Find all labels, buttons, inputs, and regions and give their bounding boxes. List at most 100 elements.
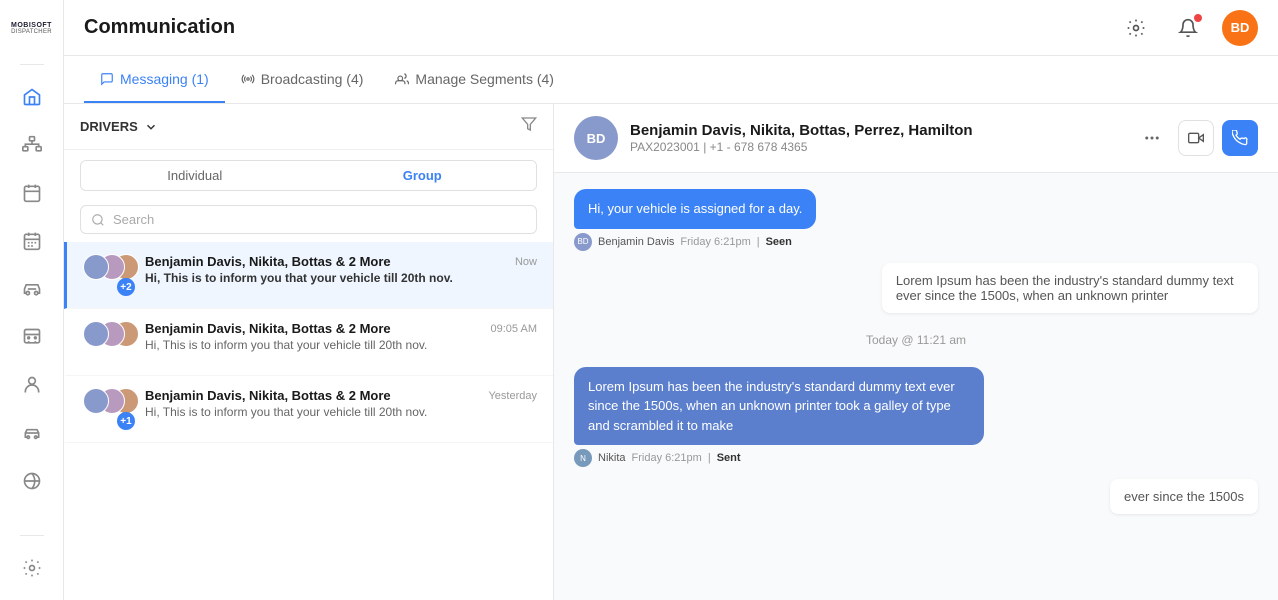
conv-name-3: Benjamin Davis, Nikita, Bottas & 2 More <box>145 388 391 403</box>
sidebar-item-schedule[interactable] <box>12 221 52 261</box>
conv-avatars-1: +2 <box>83 254 135 296</box>
sidebar-divider-bottom <box>20 535 44 536</box>
logo-subtext: DISPATCHER <box>11 29 52 35</box>
main-content: Communication BD Messaging (1) Broadca <box>64 0 1278 600</box>
view-toggle: Individual Group <box>80 160 537 191</box>
message-4-status: Sent <box>717 452 741 464</box>
tab-broadcasting-label: Broadcasting (4) <box>261 71 364 87</box>
left-panel: DRIVERS Individual Group <box>64 104 554 600</box>
filter-button[interactable] <box>521 116 537 137</box>
header-actions: BD <box>1118 10 1258 46</box>
drivers-label-text: DRIVERS <box>80 119 138 134</box>
page-title: Communication <box>84 16 235 39</box>
gear-icon <box>1126 18 1146 38</box>
conv-time-3: Yesterday <box>488 390 537 402</box>
settings2-icon <box>22 558 42 578</box>
home-icon <box>22 87 42 107</box>
content-area: DRIVERS Individual Group <box>64 104 1278 600</box>
message-4-meta: N Nikita Friday 6:21pm | Sent <box>574 449 984 467</box>
vehicle-icon <box>22 279 42 299</box>
car2-icon <box>22 423 42 443</box>
sidebar-item-globe[interactable] <box>12 461 52 501</box>
message-5: ever since the 1500s <box>1110 479 1258 514</box>
conversation-item-2[interactable]: Benjamin Davis, Nikita, Bottas & 2 More … <box>64 309 553 376</box>
message-4-avatar: N <box>574 449 592 467</box>
sidebar-item-org[interactable] <box>12 125 52 165</box>
schedule-icon <box>22 231 42 251</box>
message-4-bubble: Lorem Ipsum has been the industry's stan… <box>574 367 984 446</box>
chat-header-actions <box>1134 120 1258 156</box>
sidebar-item-calendar[interactable] <box>12 173 52 213</box>
search-input[interactable] <box>113 212 526 227</box>
user-avatar[interactable]: BD <box>1222 10 1258 46</box>
tabs-bar: Messaging (1) Broadcasting (4) Manage Se… <box>64 56 1278 104</box>
message-2: Lorem Ipsum has been the industry's stan… <box>882 263 1258 313</box>
sidebar: MOBISOFT DISPATCHER <box>0 0 64 600</box>
group-toggle[interactable]: Group <box>309 161 537 190</box>
notifications-button[interactable] <box>1170 10 1206 46</box>
messaging-tab-icon <box>100 72 114 86</box>
phone-call-button[interactable] <box>1222 120 1258 156</box>
sidebar-item-car2[interactable] <box>12 413 52 453</box>
video-icon <box>1188 130 1204 146</box>
conversation-item-1[interactable]: +2 Benjamin Davis, Nikita, Bottas & 2 Mo… <box>64 242 553 309</box>
message-4-sender: Nikita <box>598 452 626 464</box>
sidebar-item-settings[interactable] <box>12 548 52 588</box>
message-4: Lorem Ipsum has been the industry's stan… <box>574 367 984 468</box>
tab-broadcasting[interactable]: Broadcasting (4) <box>225 56 380 103</box>
conversation-item-3[interactable]: +1 Benjamin Davis, Nikita, Bottas & 2 Mo… <box>64 376 553 443</box>
conv-avatar-3a <box>83 388 109 414</box>
chat-header: BD Benjamin Davis, Nikita, Bottas, Perre… <box>554 104 1278 173</box>
message-1-meta: BD Benjamin Davis Friday 6:21pm | Seen <box>574 233 816 251</box>
sidebar-item-home[interactable] <box>12 77 52 117</box>
search-icon <box>91 213 105 227</box>
top-header: Communication BD <box>64 0 1278 56</box>
globe-icon <box>22 471 42 491</box>
app-logo: MOBISOFT DISPATCHER <box>10 12 54 44</box>
chat-header-sub: PAX2023001 | +1 - 678 678 4365 <box>630 140 1122 154</box>
chat-header-info: Benjamin Davis, Nikita, Bottas, Perrez, … <box>630 122 1122 154</box>
conversation-list: +2 Benjamin Davis, Nikita, Bottas & 2 Mo… <box>64 242 553 600</box>
sidebar-item-vehicle[interactable] <box>12 269 52 309</box>
message-1-time: Friday 6:21pm <box>680 236 750 248</box>
segments-tab-icon <box>395 72 409 86</box>
individual-toggle[interactable]: Individual <box>81 161 309 190</box>
chat-header-name: Benjamin Davis, Nikita, Bottas, Perrez, … <box>630 122 1122 139</box>
conv-time-1: Now <box>515 256 537 268</box>
conv-avatar-1a <box>83 254 109 280</box>
tab-manage-segments-label: Manage Segments (4) <box>415 71 554 87</box>
tab-messaging[interactable]: Messaging (1) <box>84 56 225 103</box>
conv-preview-2: Hi, This is to inform you that your vehi… <box>145 338 537 352</box>
message-1-bubble: Hi, your vehicle is assigned for a day. <box>574 189 816 229</box>
message-1-sender: Benjamin Davis <box>598 236 674 248</box>
date-divider: Today @ 11:21 am <box>574 333 1258 347</box>
notification-badge <box>1194 14 1202 22</box>
conv-name-1: Benjamin Davis, Nikita, Bottas & 2 More <box>145 254 391 269</box>
conv-avatars-2 <box>83 321 135 363</box>
calendar-icon <box>22 183 42 203</box>
conv-top-3: Benjamin Davis, Nikita, Bottas & 2 More … <box>145 388 537 403</box>
chat-header-avatar: BD <box>574 116 618 160</box>
message-4-time: Friday 6:21pm <box>632 452 702 464</box>
search-box <box>80 205 537 234</box>
conv-badge-1: +2 <box>117 278 135 296</box>
more-options-button[interactable] <box>1134 120 1170 156</box>
settings-button[interactable] <box>1118 10 1154 46</box>
message-1: Hi, your vehicle is assigned for a day. … <box>574 189 816 251</box>
conv-preview-3: Hi, This is to inform you that your vehi… <box>145 405 537 419</box>
sidebar-item-bus[interactable] <box>12 317 52 357</box>
org-icon <box>22 135 42 155</box>
conv-body-1: Benjamin Davis, Nikita, Bottas & 2 More … <box>145 254 537 285</box>
chat-phone: +1 - 678 678 4365 <box>710 140 808 154</box>
sidebar-item-person[interactable] <box>12 365 52 405</box>
conv-top-2: Benjamin Davis, Nikita, Bottas & 2 More … <box>145 321 537 336</box>
tab-messaging-label: Messaging (1) <box>120 71 209 87</box>
tab-manage-segments[interactable]: Manage Segments (4) <box>379 56 570 103</box>
conv-name-2: Benjamin Davis, Nikita, Bottas & 2 More <box>145 321 391 336</box>
video-call-button[interactable] <box>1178 120 1214 156</box>
logo-text: MOBISOFT <box>11 22 52 29</box>
conv-body-2: Benjamin Davis, Nikita, Bottas & 2 More … <box>145 321 537 352</box>
message-1-avatar: BD <box>574 233 592 251</box>
right-panel: BD Benjamin Davis, Nikita, Bottas, Perre… <box>554 104 1278 600</box>
drivers-dropdown[interactable]: DRIVERS <box>80 119 158 134</box>
